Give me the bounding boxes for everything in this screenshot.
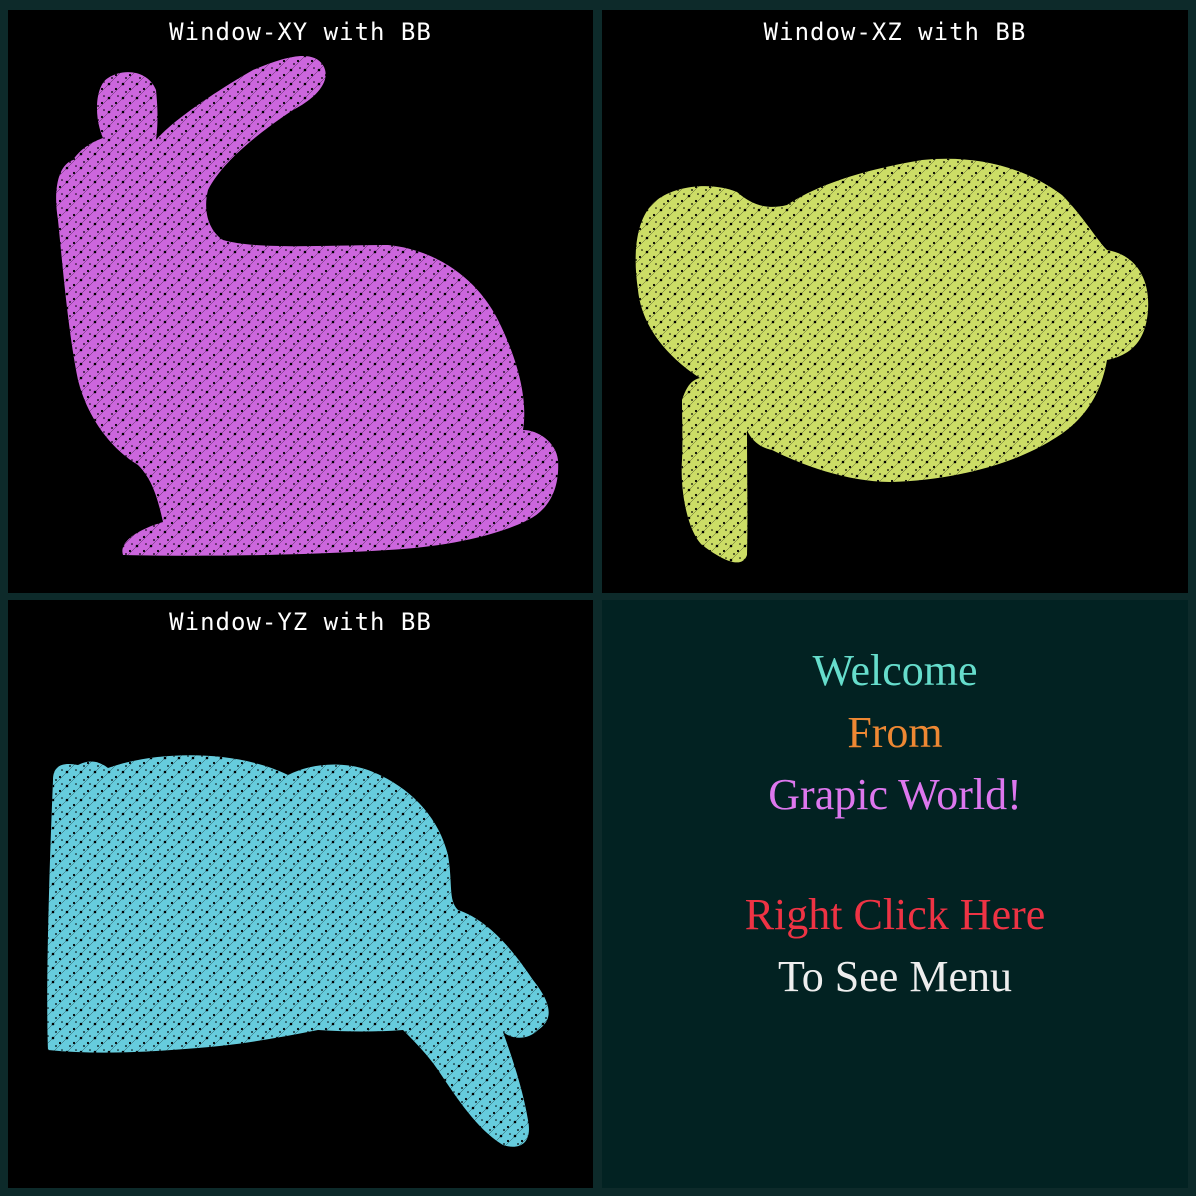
- wireframe-overlay: [47, 755, 549, 1147]
- bunny-shape-yz: [47, 755, 549, 1147]
- viewport-yz[interactable]: Window-YZ with BB: [8, 600, 593, 1188]
- bunny-shape-xy: [56, 55, 559, 556]
- right-click-hint[interactable]: Right Click Here: [602, 884, 1188, 946]
- world-line: Grapic World!: [768, 770, 1022, 819]
- bunny-mesh-yz: [47, 755, 549, 1147]
- welcome-line: Welcome: [812, 646, 978, 695]
- wireframe-overlay: [56, 55, 559, 556]
- viewport-xz[interactable]: Window-XZ with BB: [602, 10, 1188, 593]
- bunny-mesh-xz: [635, 158, 1149, 563]
- welcome-text-block: Welcome From Grapic World! Right Click H…: [602, 640, 1188, 1008]
- see-menu-hint: To See Menu: [778, 952, 1012, 1001]
- bunny-mesh-xy: [56, 55, 559, 556]
- welcome-panel[interactable]: Welcome From Grapic World! Right Click H…: [602, 600, 1188, 1188]
- viewport-xz-title: Window-XZ with BB: [763, 18, 1027, 46]
- viewport-xy[interactable]: Window-XY with BB: [8, 10, 593, 593]
- from-line: From: [847, 708, 943, 757]
- wireframe-overlay: [635, 158, 1149, 563]
- viewport-yz-title: Window-YZ with BB: [169, 608, 432, 636]
- bunny-shape-xz: [635, 158, 1149, 563]
- viewport-xy-title: Window-XY with BB: [169, 18, 432, 46]
